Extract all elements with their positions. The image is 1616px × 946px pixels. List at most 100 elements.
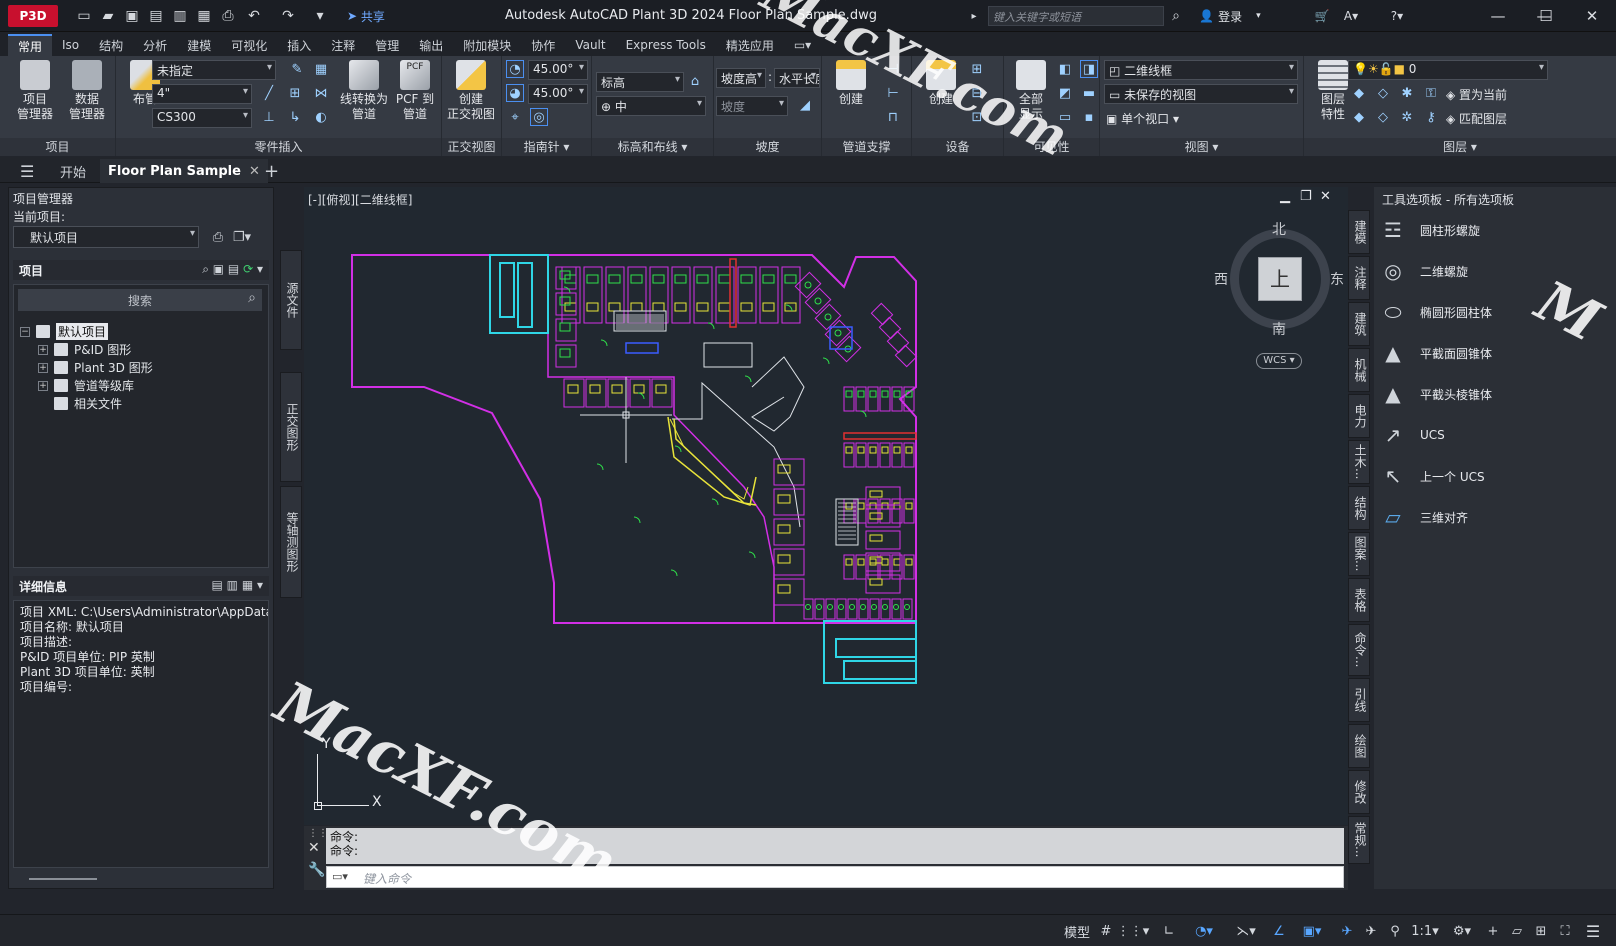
- slope-rise-input[interactable]: 坡度高: [716, 68, 766, 88]
- annotation-scale-icon[interactable]: ⚲: [1384, 920, 1406, 942]
- compass-angle-1[interactable]: 45.00°: [528, 60, 588, 80]
- tree-search[interactable]: 搜索 ⌕: [18, 289, 262, 311]
- print-icon[interactable]: ⎙: [218, 6, 238, 26]
- viewcube-face-top[interactable]: 上: [1258, 257, 1302, 301]
- ribbon-tab[interactable]: 可视化: [221, 34, 277, 56]
- ribbon-tab[interactable]: 分析: [133, 34, 177, 56]
- save-icon[interactable]: ▣: [122, 6, 142, 26]
- palette-item[interactable]: ▲ 平截头棱锥体: [1378, 375, 1612, 413]
- object-snap-tracking-icon[interactable]: ∠: [1268, 920, 1290, 942]
- vtab-iso-drawings[interactable]: 等轴测图形: [280, 486, 302, 598]
- vtab-source-files[interactable]: 源文件: [280, 250, 302, 350]
- open-file-icon[interactable]: ▰: [98, 6, 118, 26]
- ribbon-tab[interactable]: 输出: [409, 34, 453, 56]
- help-icon[interactable]: ?▾: [1382, 6, 1412, 26]
- justification-dropdown[interactable]: ⊕ 中: [596, 96, 706, 116]
- redo-icon[interactable]: ↷: [278, 6, 298, 26]
- save-as-icon[interactable]: ▤: [146, 6, 166, 26]
- equipment-modify-icon[interactable]: ⊡: [968, 108, 986, 126]
- line-to-pipe-button[interactable]: 线转换为 管道: [334, 60, 394, 134]
- valve-icon[interactable]: ⋈: [312, 84, 330, 102]
- tree-item-plant3d[interactable]: + Plant 3D 图形: [38, 359, 153, 376]
- ribbon-tab[interactable]: 插入: [277, 34, 321, 56]
- palette-tab[interactable]: 绘图: [1348, 724, 1370, 768]
- support-icon[interactable]: ⊥: [260, 108, 278, 126]
- viewcube-west[interactable]: 西: [1214, 269, 1228, 289]
- customize-qa-icon[interactable]: ▾: [310, 6, 330, 26]
- line-icon[interactable]: ╱: [260, 84, 278, 102]
- app-logo[interactable]: P3D: [8, 5, 58, 27]
- close-window-icon[interactable]: ✕: [1572, 4, 1612, 28]
- create-ortho-view-button[interactable]: 创建 正交视图: [446, 60, 496, 134]
- cart-icon[interactable]: 🛒: [1312, 6, 1332, 26]
- ribbon-tab[interactable]: 建模: [177, 34, 221, 56]
- palette-tab[interactable]: 引线: [1348, 678, 1370, 722]
- visibility-toggle-icon[interactable]: ◩: [1056, 84, 1074, 102]
- help-search-input[interactable]: 键入关键字或短语: [988, 6, 1164, 26]
- auto-scale-icon[interactable]: ✈: [1360, 920, 1382, 942]
- palette-tab[interactable]: 电力: [1348, 394, 1370, 438]
- ribbon-tab[interactable]: 协作: [521, 34, 565, 56]
- chevron-right-icon[interactable]: ▸: [968, 6, 980, 26]
- ribbon-tab[interactable]: Vault: [565, 34, 615, 56]
- new-tab-icon[interactable]: +: [256, 159, 287, 183]
- ortho-icon[interactable]: ∟: [1158, 920, 1180, 942]
- hamburger-menu-icon[interactable]: ☰: [12, 159, 42, 183]
- command-prompt-icon[interactable]: ▭▾: [332, 870, 348, 883]
- create-support-button[interactable]: 创建: [826, 60, 876, 134]
- flange-icon[interactable]: ◐: [312, 108, 330, 126]
- search-icon[interactable]: ⌕: [1166, 6, 1186, 26]
- command-input[interactable]: 键入命令: [326, 866, 1344, 888]
- support-lock-icon[interactable]: ⊓: [884, 108, 902, 126]
- isolate-icon[interactable]: ◨: [1080, 60, 1098, 78]
- ribbon-tab[interactable]: 结构: [89, 34, 133, 56]
- tree-item-spec[interactable]: + 管道等级库: [38, 377, 134, 394]
- layer-off-icon[interactable]: ◆: [1350, 84, 1368, 102]
- model-space-button[interactable]: 模型: [1062, 920, 1092, 942]
- compass-angle-2[interactable]: 45.00°: [528, 84, 588, 104]
- annotation-monitor-icon[interactable]: +: [1482, 920, 1504, 942]
- layer-isolate-icon[interactable]: ◇: [1374, 84, 1392, 102]
- publish-icon[interactable]: ▥: [170, 6, 190, 26]
- annotation-visibility-icon[interactable]: ✈: [1336, 920, 1358, 942]
- palette-tab[interactable]: 图案...: [1348, 532, 1370, 576]
- support-convert-icon[interactable]: ⊢: [884, 84, 902, 102]
- login-button[interactable]: 👤 登录 ▾: [1190, 7, 1270, 25]
- calculator-icon[interactable]: ▦: [312, 60, 330, 78]
- isodraft-icon[interactable]: ⋋▾: [1226, 920, 1266, 942]
- palette-tab[interactable]: 机械: [1348, 348, 1370, 392]
- project-toolbar-icons[interactable]: ⌕ ▣ ▤ ⟳ ▾: [202, 262, 263, 277]
- tree-item-pid[interactable]: + P&ID 图形: [38, 341, 131, 358]
- scale-dropdown[interactable]: 1:1 ▾: [1408, 920, 1442, 942]
- create-equipment-button[interactable]: 创建: [916, 60, 966, 134]
- snap-icon[interactable]: ⋮⋮▾: [1117, 920, 1150, 942]
- tree-item-default-project[interactable]: − 默认项目: [20, 323, 109, 340]
- compass-toggle-icon[interactable]: ◎: [530, 108, 548, 126]
- panel-scrollbar[interactable]: [29, 878, 97, 880]
- polar-icon[interactable]: ◔▾: [1184, 920, 1224, 942]
- viewcube-east[interactable]: 东: [1330, 269, 1344, 289]
- layer-dropdown[interactable]: 💡☀🔓■ 0: [1348, 60, 1548, 80]
- layer-unlock-icon[interactable]: ⚷: [1422, 108, 1440, 126]
- minimize-window-icon[interactable]: —: [1478, 4, 1518, 28]
- layer-lock-icon[interactable]: ⚿: [1422, 84, 1440, 102]
- layer-unisolate-icon[interactable]: ◇: [1374, 108, 1392, 126]
- palette-item[interactable]: ☲ 圆柱形螺旋: [1378, 211, 1612, 249]
- elevation-input[interactable]: 标高: [596, 72, 684, 92]
- vtab-ortho-drawings[interactable]: 正交图形: [280, 372, 302, 482]
- equipment-attach-icon[interactable]: ⊞: [968, 60, 986, 78]
- ribbon-expand-icon[interactable]: ▭▾: [784, 34, 821, 56]
- compass-angle-icon[interactable]: ◔: [506, 60, 524, 78]
- ribbon-tab[interactable]: Iso: [52, 34, 89, 56]
- palette-tab[interactable]: 土木...: [1348, 440, 1370, 484]
- project-manager-button[interactable]: 项目 管理器: [10, 60, 60, 134]
- palette-tab[interactable]: 修改: [1348, 770, 1370, 814]
- customize-status-icon[interactable]: ☰: [1580, 920, 1606, 942]
- plot-preview-icon[interactable]: ▦: [194, 6, 214, 26]
- pcf-to-pipe-button[interactable]: PCF PCF 到 管道: [390, 60, 440, 134]
- viewcube-north[interactable]: 北: [1272, 219, 1286, 239]
- palette-tab[interactable]: 建模: [1348, 210, 1370, 254]
- show-hidden-icon[interactable]: ▭: [1056, 108, 1074, 126]
- clean-screen-icon[interactable]: ⛶: [1554, 920, 1576, 942]
- tab-floor-plan[interactable]: Floor Plan Sample ✕: [100, 159, 268, 183]
